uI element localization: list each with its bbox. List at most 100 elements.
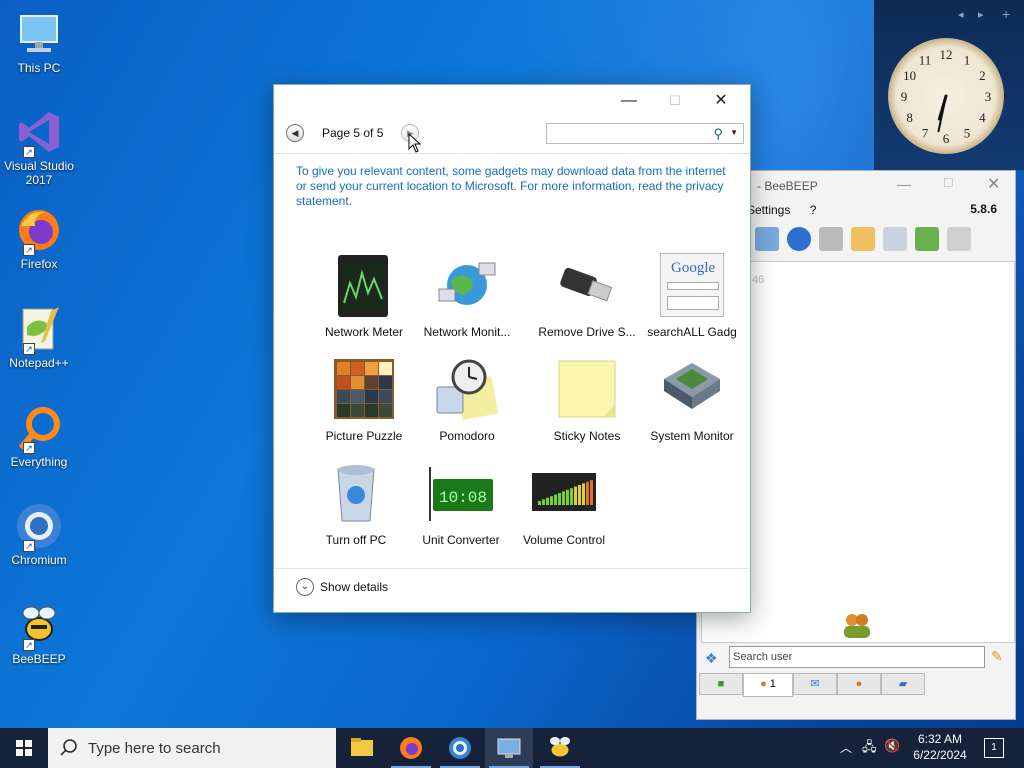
puzzle-tile (337, 376, 350, 389)
desktop-icon-label: BeeBEEP (12, 652, 66, 666)
previous-icon[interactable]: ◂ (958, 8, 964, 21)
desktop-icon-visual-studio[interactable]: ↗ Visual Studio 2017 (4, 108, 74, 187)
volume-bar (554, 494, 557, 505)
start-button[interactable] (0, 728, 48, 768)
gadget-system-monitor[interactable]: System Monitor (642, 357, 742, 443)
minimize-button[interactable]: — (897, 176, 911, 192)
download-icon[interactable] (915, 227, 939, 251)
gadget-network-meter[interactable]: Network Meter (314, 253, 414, 339)
gadget-network-monitor[interactable]: Network Monit... (417, 253, 517, 339)
gadget-search-input[interactable]: ⚲ ▼ (546, 123, 744, 144)
gadget-unit-converter[interactable]: 10:08 Unit Converter (411, 461, 511, 547)
edit-profile-icon[interactable] (755, 227, 779, 251)
pomodoro-icon (435, 357, 499, 421)
version-label: 5.8.6 (970, 202, 997, 216)
volume-bar (590, 480, 593, 505)
chevron-down-icon[interactable]: ▼ (730, 128, 738, 137)
menu-settings[interactable]: Settings (747, 203, 790, 217)
desktop-icon-chromium[interactable]: ↗ Chromium (4, 502, 74, 567)
next-icon[interactable]: ▸ (978, 8, 984, 21)
volume-muted-icon[interactable]: 🔇 (884, 738, 900, 768)
volume-bar (582, 483, 585, 505)
chevron-up-icon[interactable]: ︿ (840, 739, 852, 768)
write-icon[interactable] (851, 227, 875, 251)
clock-number: 8 (906, 110, 913, 125)
gadget-turn-off-pc[interactable]: Turn off PC (306, 461, 406, 547)
desktop-icon-firefox[interactable]: ↗ Firefox (4, 206, 74, 271)
firefox-icon (400, 737, 422, 759)
previous-page-button[interactable]: ◀ (286, 124, 304, 142)
minimize-button[interactable]: — (606, 87, 652, 115)
tab-chats[interactable]: ✉ (793, 673, 837, 695)
taskbar: Type here to search ︿ 🖧 🔇 6:32 AM 6/22/2… (0, 728, 1024, 768)
mouse-cursor-icon (408, 133, 422, 153)
shortcut-arrow-icon: ↗ (23, 146, 35, 158)
clock-number: 11 (919, 53, 932, 68)
network-meter-icon (332, 253, 396, 317)
gadget-label: searchALL Gadg (647, 325, 737, 339)
gadget-pomodoro[interactable]: Pomodoro (417, 357, 517, 443)
gadget-volume-control[interactable]: Volume Control (514, 461, 614, 547)
taskbar-gadgets[interactable] (485, 728, 533, 768)
gadget-sticky-notes[interactable]: Sticky Notes (537, 357, 637, 443)
gadget-label: Network Monit... (423, 325, 511, 339)
shortcut-arrow-icon: ↗ (23, 442, 35, 454)
tab-users[interactable]: ● 1 (743, 673, 793, 697)
network-icon[interactable]: 🖧 (862, 738, 877, 768)
network-monitor-icon (435, 253, 499, 317)
gadget-searchall[interactable]: Google searchALL Gadg (642, 253, 742, 339)
gadget-remove-drive[interactable]: Remove Drive S... (537, 253, 637, 339)
notification-center-icon[interactable]: 1 (984, 738, 1004, 758)
tools-icon[interactable] (883, 227, 907, 251)
visual-studio-icon: ↗ (15, 108, 63, 158)
desktop-icon-everything[interactable]: ↗ Everything (4, 404, 74, 469)
volume-bar (562, 491, 565, 505)
search-icon[interactable]: ⚲ (713, 126, 723, 142)
window-title: - BeeBEEP (757, 179, 818, 193)
puzzle-tile (365, 390, 378, 403)
clock-number: 12 (940, 47, 953, 62)
menu-help[interactable]: ? (810, 203, 817, 217)
desktop-icon-notepad-plus-plus[interactable]: ↗ Notepad++ (4, 305, 74, 370)
clock-gadget[interactable]: 12 1 2 3 4 5 6 7 8 9 10 11 (888, 38, 1004, 154)
add-gadget-icon[interactable]: + (1002, 6, 1010, 22)
tab-groups[interactable]: ● (837, 673, 881, 695)
google-search-icon: Google (660, 253, 724, 317)
close-button[interactable]: ✕ (698, 87, 744, 115)
desktop-icon-this-pc[interactable]: This PC (4, 10, 74, 75)
gadget-gallery-window[interactable]: — ☐ ✕ ◀ Page 5 of 5 ▶ ⚲ ▼ To give you re… (273, 84, 751, 613)
clear-search-icon[interactable]: ✎ (991, 648, 1003, 665)
folder-icon[interactable] (819, 227, 843, 251)
privacy-notice[interactable]: To give you relevant content, some gadge… (296, 164, 726, 209)
maximize-button[interactable]: ☐ (943, 176, 954, 190)
show-details-toggle[interactable]: ⌄ Show details (296, 578, 388, 596)
shortcut-arrow-icon: ↗ (23, 343, 35, 355)
network-icon[interactable] (787, 227, 811, 251)
divider (274, 153, 750, 154)
tray-clock[interactable]: 6:32 AM 6/22/2024 (908, 731, 972, 763)
desktop-icon-label: This PC (17, 61, 61, 75)
firefox-icon: ↗ (15, 206, 63, 256)
taskbar-file-explorer[interactable] (338, 728, 386, 768)
volume-bar (566, 489, 569, 505)
taskbar-chromium[interactable] (436, 728, 484, 768)
close-button[interactable]: ✕ (987, 174, 1000, 194)
taskbar-firefox[interactable] (387, 728, 435, 768)
volume-bar (586, 481, 589, 505)
tab-shares[interactable]: ▰ (881, 673, 925, 695)
clock-number: 2 (979, 68, 986, 83)
status-icon[interactable]: ❖ (705, 650, 718, 667)
tab-home[interactable]: ■ (699, 673, 743, 695)
desktop-icon-beebeep[interactable]: ↗ BeeBEEP (4, 601, 74, 666)
trash-icon[interactable] (947, 227, 971, 251)
search-user-input[interactable]: Search user (729, 646, 985, 668)
maximize-button[interactable]: ☐ (652, 87, 698, 115)
taskbar-beebeep[interactable] (536, 728, 584, 768)
clock-number: 5 (964, 125, 971, 140)
gadget-picture-puzzle[interactable]: Picture Puzzle (314, 357, 414, 443)
gadget-label: Unit Converter (422, 533, 500, 547)
puzzle-tile (351, 362, 364, 375)
taskbar-search-box[interactable]: Type here to search (48, 728, 336, 768)
pager: ◀ Page 5 of 5 ▶ (286, 123, 420, 143)
tab-bar: ■ ● 1 ✉ ● ▰ (699, 673, 925, 697)
